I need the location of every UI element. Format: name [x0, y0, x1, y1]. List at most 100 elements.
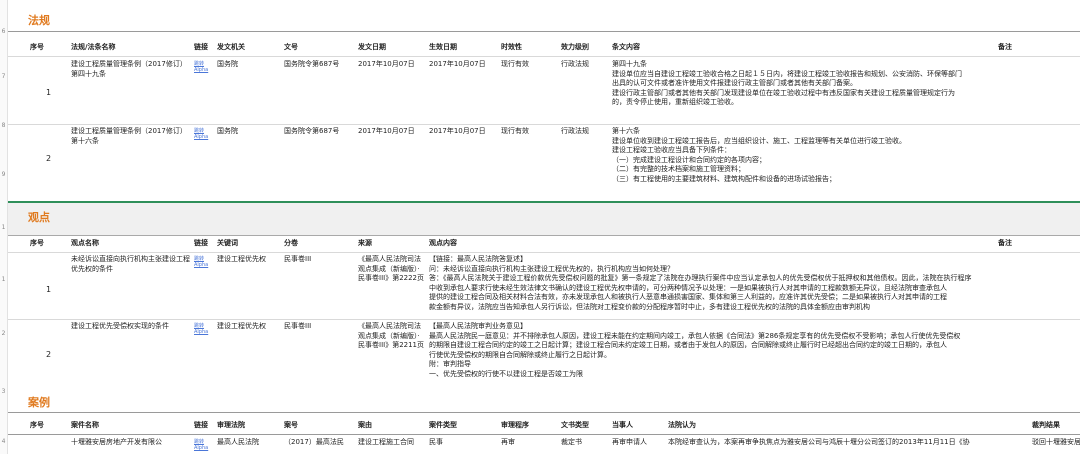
- views-header-row: 序号 观点名称 链接 关键词 分卷 来源 观点内容 备注: [8, 232, 1080, 252]
- court-opinion: 本院经审查认为，本案再审争执焦点为雅安居公司与鸿辰十堰分公司签订的2013年11…: [668, 438, 970, 446]
- issue-date: 2017年10月07日: [358, 60, 415, 68]
- table-row[interactable]: 2 建设工程优先受偿权实现的条件 跳转Alpha 建设工程优先权 民事卷III …: [8, 322, 1080, 386]
- alpha-link[interactable]: 跳转Alpha: [194, 256, 212, 268]
- row-index: 2: [46, 154, 52, 163]
- source: 《最高人民法院司法观点集成（新编版）·民事卷III》第2222页: [358, 255, 425, 282]
- content-line: （一）完成建设工程设计和合同约定的各项内容；: [612, 155, 766, 164]
- row-divider: [8, 434, 1080, 435]
- effective-date: 2017年10月07日: [429, 127, 486, 135]
- judgment-result: 驳回十堰雅安居房地产: [1032, 438, 1080, 446]
- header-no: 序号: [30, 43, 44, 51]
- header-doc: 文号: [284, 43, 298, 51]
- issue-date: 2017年10月07日: [358, 127, 415, 135]
- header-name: 观点名称: [71, 239, 99, 247]
- header-caseno: 案号: [284, 421, 298, 429]
- table-row[interactable]: 1 未经诉讼直接向执行机构主张建设工程优先权的条件 跳转Alpha 建设工程优先…: [8, 255, 1080, 319]
- content-line: 附：审判指导: [429, 360, 471, 368]
- cases-header-row: 序号 案件名称 链接 审理法院 案号 案由 案件类型 审理程序 文书类型 当事人…: [8, 414, 1080, 434]
- section-title-views: 观点: [28, 211, 50, 224]
- header-timeliness: 时效性: [501, 43, 522, 51]
- header-issue: 发文日期: [358, 43, 386, 51]
- content-line: 第四十九条: [612, 60, 647, 68]
- header-source: 来源: [358, 239, 372, 247]
- alpha-link[interactable]: 跳转Alpha: [194, 323, 212, 335]
- header-result: 裁判结果: [1032, 421, 1060, 429]
- law-name: 建设工程质量管理条例（2017修订）第四十九条: [71, 60, 187, 78]
- row-index: 1: [46, 88, 52, 97]
- content-line: 的，责令停止使用，重新组织竣工验收。: [612, 98, 738, 106]
- header-name: 法规/法条名称: [71, 43, 116, 51]
- trial-procedure: 再审: [501, 438, 515, 446]
- row-divider: [8, 124, 1080, 125]
- court: 最高人民法院: [217, 438, 259, 446]
- row-number: 1: [1, 224, 6, 231]
- header-link: 链接: [194, 239, 208, 247]
- row-number: 2: [1, 330, 6, 337]
- spreadsheet: 法规 序号 法规/法条名称 链接 发文机关 文号 发文日期 生效日期 时效性 效…: [8, 0, 1080, 454]
- section-divider: [8, 31, 1080, 32]
- category: 民事卷III: [284, 255, 312, 263]
- header-name: 案件名称: [71, 421, 99, 429]
- header-casetype: 案件类型: [429, 421, 457, 429]
- header-link: 链接: [194, 421, 208, 429]
- row-number: 4: [1, 438, 6, 445]
- header-party: 当事人: [612, 421, 633, 429]
- keyword: 建设工程优先权: [217, 255, 266, 263]
- content-line: 答：《最高人民法院关于建设工程价款优先受偿权问题的批复》第一条规定了法院在办理执…: [429, 274, 972, 282]
- header-opinion: 法院认为: [668, 421, 696, 429]
- table-row[interactable]: 十堰雅安居房地产开发有限公 跳转Alpha 最高人民法院 （2017）最高法民 …: [8, 438, 1080, 454]
- doc-number: 国务院令第687号: [284, 127, 340, 135]
- article-content: 第四十九条 建设单位应当自建设工程竣工验收合格之日起１５日内，将建设工程竣工验收…: [612, 60, 992, 108]
- row-index: 2: [46, 350, 52, 359]
- row-number: 1: [1, 276, 6, 283]
- row-number: 3: [1, 388, 6, 395]
- keyword: 建设工程优先权: [217, 322, 266, 330]
- table-row[interactable]: 1 建设工程质量管理条例（2017修订）第四十九条 跳转Alpha 国务院 国务…: [8, 60, 1080, 124]
- section-title-laws: 法规: [28, 14, 50, 27]
- source: 《最高人民法院司法观点集成（新编版）·民事卷III》第2211页: [358, 322, 425, 349]
- row-number: 6: [1, 28, 6, 35]
- header-cause: 案由: [358, 421, 372, 429]
- case-number: （2017）最高法民: [284, 438, 344, 446]
- content-line: 款金额有异议，法院应当告知承包人另行诉讼，但法院对工程变价款的分配程序暂时中止，…: [429, 302, 870, 311]
- row-divider: [8, 319, 1080, 320]
- header-doctype: 文书类型: [561, 421, 589, 429]
- row-number: 8: [1, 122, 6, 129]
- row-number: 9: [1, 171, 6, 178]
- laws-header-row: 序号 法规/法条名称 链接 发文机关 文号 发文日期 生效日期 时效性 效力级别…: [8, 36, 1080, 56]
- alpha-link[interactable]: 跳转Alpha: [194, 439, 212, 451]
- section-divider: [8, 412, 1080, 413]
- content-line: 建设单位应当自建设工程竣工验收合格之日起１５日内，将建设工程竣工验收报告和规划、…: [612, 69, 962, 78]
- content-line: 【最高人民法院审判业务意见】: [429, 322, 527, 330]
- table-row[interactable]: 2 建设工程质量管理条例（2017修订）第十六条 跳转Alpha 国务院 国务院…: [8, 127, 1080, 191]
- document-type: 裁定书: [561, 438, 582, 446]
- row-divider: [8, 56, 1080, 57]
- view-content: 【链接：最高人民法院答复述】 问：未经诉讼直接向执行机构主张建设工程优先权的，执…: [429, 255, 989, 312]
- view-content: 【最高人民法院审判业务意见】 最高人民法院民一庭意见：并不排除承包人原因，建设工…: [429, 322, 989, 379]
- row-number-gutter: 6 7 8 9 1 1 2 3 4: [0, 0, 8, 454]
- content-line: 出具的认可文件或者准许使用文件报建设行政主管部门或者其他有关部门备案。: [612, 79, 857, 87]
- header-remark: 备注: [998, 239, 1012, 247]
- alpha-link[interactable]: 跳转Alpha: [194, 61, 212, 73]
- article-content: 第十六条 建设单位收到建设工程竣工报告后，应当组织设计、施工、工程监理等有关单位…: [612, 127, 992, 184]
- case-name: 十堰雅安居房地产开发有限公: [71, 438, 162, 446]
- header-court: 审理法院: [217, 421, 245, 429]
- header-no: 序号: [30, 239, 44, 247]
- category: 民事卷III: [284, 322, 312, 330]
- timeliness: 现行有效: [501, 60, 529, 68]
- alpha-link[interactable]: 跳转Alpha: [194, 128, 212, 140]
- timeliness: 现行有效: [501, 127, 529, 135]
- content-line: （三）有工程使用的主要建筑材料、建筑构配件和设备的进场试验报告；: [612, 174, 836, 183]
- header-link: 链接: [194, 43, 208, 51]
- header-content: 条文内容: [612, 43, 640, 51]
- issuing-org: 国务院: [217, 60, 238, 68]
- header-level: 效力级别: [561, 43, 589, 51]
- case-type: 民事: [429, 438, 443, 446]
- content-line: 最高人民法院民一庭意见：并不排除承包人原因，建设工程未能在约定期间内竣工，承包人…: [429, 331, 961, 340]
- header-effective: 生效日期: [429, 43, 457, 51]
- header-keyword: 关键词: [217, 239, 238, 247]
- content-line: （二）有完整的技术档案和施工管理资料；: [612, 165, 745, 173]
- content-line: 问：未经诉讼直接向执行机构主张建设工程优先权的，执行机构应当如何处理？: [429, 264, 674, 273]
- header-org: 发文机关: [217, 43, 245, 51]
- section-title-cases: 案例: [28, 396, 50, 409]
